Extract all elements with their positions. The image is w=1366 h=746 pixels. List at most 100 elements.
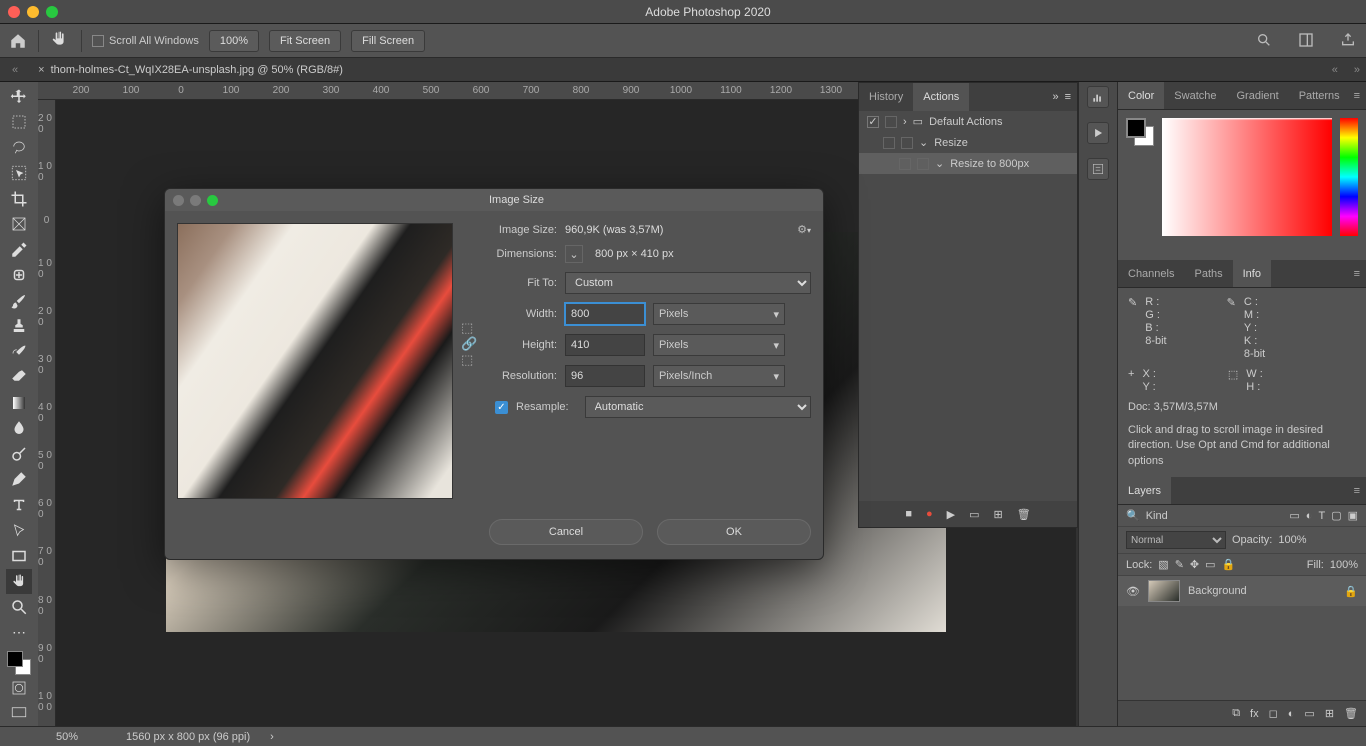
play-panel-icon[interactable] (1087, 122, 1109, 144)
hue-slider[interactable] (1340, 118, 1358, 236)
stop-recording-icon[interactable]: ■ (905, 508, 912, 520)
close-window-button[interactable] (8, 6, 20, 18)
panel-menu-icon[interactable]: ≡ (1065, 91, 1071, 103)
width-unit-select[interactable]: Pixels▾ (653, 303, 785, 325)
filter-shape-icon[interactable]: ▢ (1331, 509, 1341, 522)
action-row[interactable]: ⌄ Resize to 800px (859, 153, 1077, 174)
image-preview[interactable] (177, 223, 453, 499)
ok-button[interactable]: OK (657, 519, 811, 545)
lock-artboard-icon[interactable]: ▭ (1205, 558, 1215, 571)
quick-mask-icon[interactable] (6, 675, 32, 701)
patterns-tab[interactable]: Patterns (1289, 82, 1350, 109)
lock-transparent-icon[interactable]: ▧ (1158, 558, 1168, 571)
chevron-down-icon[interactable]: ⌄ (919, 136, 928, 149)
history-tab[interactable]: History (859, 83, 913, 111)
panel-collapse-icon[interactable]: » (1052, 91, 1058, 103)
document-tab[interactable]: × thom-holmes-Ct_WqIX28EA-unsplash.jpg @… (38, 64, 343, 76)
brush-tool-icon[interactable] (6, 288, 32, 314)
dimensions-unit-toggle[interactable]: ⌄ (565, 245, 583, 263)
swatches-tab[interactable]: Swatche (1164, 82, 1226, 109)
minimize-window-button[interactable] (27, 6, 39, 18)
action-dialog-toggle[interactable] (885, 116, 897, 128)
foreground-background-swatch[interactable] (1126, 118, 1154, 146)
healing-tool-icon[interactable] (6, 263, 32, 289)
move-tool-icon[interactable] (6, 84, 32, 110)
panel-menu-icon[interactable]: ≡ (1354, 268, 1360, 280)
collapse-toolbar-icon[interactable]: « (12, 64, 18, 76)
new-layer-icon[interactable]: ⊞ (1325, 707, 1334, 720)
workspace-icon[interactable] (1298, 32, 1316, 50)
status-chevron-icon[interactable]: › (270, 731, 274, 743)
screen-mode-icon[interactable] (6, 700, 32, 726)
zoom-100-button[interactable]: 100% (209, 30, 259, 52)
new-action-icon[interactable]: ⊞ (994, 508, 1003, 521)
resample-checkbox[interactable]: ✓ (495, 401, 508, 414)
zoom-level[interactable]: 50% (56, 731, 106, 743)
filter-type-icon[interactable]: T (1318, 510, 1325, 522)
new-set-icon[interactable]: ▭ (969, 508, 979, 521)
resolution-unit-select[interactable]: Pixels/Inch▾ (653, 365, 785, 387)
filter-adjustment-icon[interactable]: ◐ (1306, 510, 1313, 522)
maximize-window-button[interactable] (46, 6, 58, 18)
frame-tool-icon[interactable] (6, 212, 32, 238)
lock-pixels-icon[interactable]: ✎ (1175, 558, 1184, 571)
history-brush-tool-icon[interactable] (6, 339, 32, 365)
share-icon[interactable] (1340, 32, 1358, 50)
delete-layer-icon[interactable]: 🗑 (1344, 707, 1358, 720)
action-check-icon[interactable] (899, 158, 911, 170)
resample-method-select[interactable]: Automatic (585, 396, 811, 418)
layer-thumbnail[interactable] (1148, 580, 1180, 602)
collapse-right-panels-icon[interactable]: « (1332, 64, 1338, 76)
histogram-panel-icon[interactable] (1087, 86, 1109, 108)
hand-tool-icon[interactable] (6, 569, 32, 595)
zoom-tool-icon[interactable] (6, 594, 32, 620)
delete-action-icon[interactable]: 🗑 (1017, 508, 1031, 521)
height-unit-select[interactable]: Pixels▾ (653, 334, 785, 356)
layer-row[interactable]: 👁 Background 🔒 (1118, 576, 1366, 606)
paths-tab[interactable]: Paths (1184, 260, 1232, 287)
layers-tab[interactable]: Layers (1118, 477, 1171, 504)
stamp-tool-icon[interactable] (6, 314, 32, 340)
home-icon[interactable] (8, 31, 28, 51)
action-dialog-toggle[interactable] (917, 158, 929, 170)
action-row[interactable]: ✓ › ▭ Default Actions (859, 111, 1077, 132)
lock-all-icon[interactable]: 🔒 (1222, 558, 1236, 571)
lock-position-icon[interactable]: ✥ (1190, 558, 1199, 571)
dialog-titlebar[interactable]: Image Size (165, 189, 823, 211)
color-swatch[interactable] (7, 651, 31, 675)
blend-mode-select[interactable]: Normal (1126, 531, 1226, 549)
play-action-icon[interactable]: ▶ (947, 508, 955, 521)
collapse-far-right-icon[interactable]: » (1354, 64, 1360, 76)
close-tab-icon[interactable]: × (38, 64, 44, 76)
pen-tool-icon[interactable] (6, 467, 32, 493)
lasso-tool-icon[interactable] (6, 135, 32, 161)
type-tool-icon[interactable] (6, 492, 32, 518)
color-tab[interactable]: Color (1118, 82, 1164, 109)
visibility-icon[interactable]: 👁 (1126, 585, 1140, 598)
dialog-zoom-button[interactable] (207, 195, 218, 206)
new-group-icon[interactable]: ▭ (1304, 707, 1314, 720)
chevron-right-icon[interactable]: › (903, 116, 907, 128)
rectangle-tool-icon[interactable] (6, 543, 32, 569)
channels-tab[interactable]: Channels (1118, 260, 1184, 287)
path-select-tool-icon[interactable] (6, 518, 32, 544)
gradients-tab[interactable]: Gradient (1227, 82, 1289, 109)
color-field[interactable] (1162, 118, 1332, 236)
panel-menu-icon[interactable]: ≡ (1354, 485, 1360, 497)
properties-panel-icon[interactable] (1087, 158, 1109, 180)
marquee-tool-icon[interactable] (6, 110, 32, 136)
resolution-input[interactable] (565, 365, 645, 387)
filter-smart-icon[interactable]: ▣ (1348, 509, 1358, 522)
width-input[interactable] (565, 303, 645, 325)
fill-screen-button[interactable]: Fill Screen (351, 30, 425, 52)
eyedropper-tool-icon[interactable] (6, 237, 32, 263)
cancel-button[interactable]: Cancel (489, 519, 643, 545)
gear-icon[interactable]: ⚙▾ (797, 223, 811, 236)
search-icon[interactable]: 🔍 (1126, 509, 1140, 522)
object-select-tool-icon[interactable] (6, 161, 32, 187)
layer-fx-icon[interactable]: fx (1250, 708, 1259, 720)
fill-value[interactable]: 100% (1330, 559, 1358, 571)
action-check-icon[interactable]: ✓ (867, 116, 879, 128)
panel-menu-icon[interactable]: ≡ (1354, 90, 1360, 102)
gradient-tool-icon[interactable] (6, 390, 32, 416)
